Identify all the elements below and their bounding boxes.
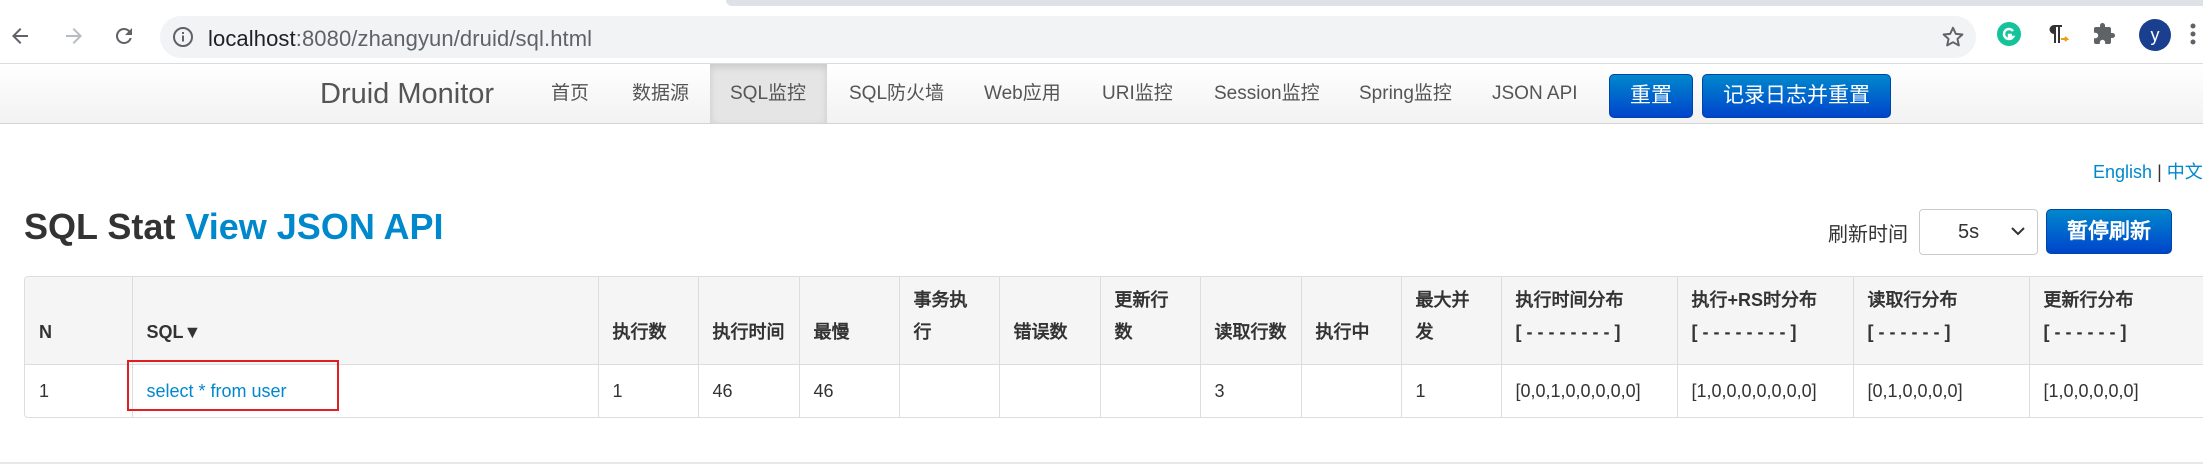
inactive-tab-area[interactable] bbox=[726, 0, 2203, 6]
lang-separator: | bbox=[2157, 162, 2162, 182]
refresh-interval-select[interactable]: 5s bbox=[1919, 209, 2038, 255]
col-header-error-count[interactable]: 错误数 bbox=[998, 277, 1100, 364]
col-header-label: 执行数 bbox=[612, 321, 667, 342]
col-header-label: 最慢 bbox=[813, 321, 850, 342]
highlight-annotation-box bbox=[127, 360, 339, 411]
language-switch: English | 中文 bbox=[2093, 158, 2203, 184]
cell-fetch-rows: 3 bbox=[1199, 363, 1301, 417]
cell-exec-histogram: [0,0,1,0,0,0,0,0] bbox=[1500, 363, 1677, 417]
brand-title[interactable]: Druid Monitor bbox=[320, 78, 494, 111]
col-header-running[interactable]: 执行中 bbox=[1300, 277, 1401, 364]
view-json-api-link[interactable]: View JSON API bbox=[185, 206, 443, 247]
cell-n: 1 bbox=[25, 363, 132, 417]
paragraph-icon[interactable] bbox=[2041, 19, 2071, 49]
back-arrow-icon[interactable] bbox=[0, 16, 40, 56]
col-header-max-concurrent[interactable]: 最大并发 bbox=[1400, 277, 1501, 364]
col-header-bucket-legend: [ - - - - - - ] bbox=[2043, 321, 2127, 342]
nav-item-web-app[interactable]: Web应用 bbox=[964, 64, 1081, 123]
cell-exec-count: 1 bbox=[597, 363, 698, 417]
col-header-exec-count[interactable]: 执行数 bbox=[597, 277, 698, 364]
cell-max-concurrent: 1 bbox=[1400, 363, 1501, 417]
nav-item-uri-monitor[interactable]: URI监控 bbox=[1082, 64, 1193, 123]
reload-icon[interactable] bbox=[104, 16, 144, 56]
col-header-fetch-rows-histogram[interactable]: 读取行分布 [ - - - - - - ] bbox=[1852, 277, 2029, 364]
refresh-interval-value: 5s bbox=[1958, 221, 1980, 243]
cell-update-rows-histogram: [1,0,0,0,0,0] bbox=[2028, 363, 2203, 417]
table-row: 1 select * from user 1 46 46 3 1 [0,0,1,… bbox=[25, 363, 2203, 417]
extensions-puzzle-icon[interactable] bbox=[2089, 19, 2119, 49]
address-bar[interactable]: localhost:8080/zhangyun/druid/sql.html bbox=[160, 16, 1976, 58]
tab-strip bbox=[0, 0, 2203, 6]
druid-navbar: Druid Monitor 首页 数据源 SQL监控 SQL防火墙 Web应用 … bbox=[0, 64, 2203, 124]
col-header-label: 更新行分布 bbox=[2043, 289, 2134, 310]
col-header-fetch-rows[interactable]: 读取行数 bbox=[1199, 277, 1301, 364]
info-icon[interactable] bbox=[172, 26, 194, 48]
col-header-update-rows[interactable]: 更新行数 bbox=[1099, 277, 1200, 364]
nav-item-home[interactable]: 首页 bbox=[531, 64, 609, 123]
col-header-exec-time[interactable]: 执行时间 bbox=[697, 277, 799, 364]
browser-toolbar: localhost:8080/zhangyun/druid/sql.html y bbox=[0, 0, 2203, 64]
cell-exec-rs-histogram: [1,0,0,0,0,0,0,0] bbox=[1676, 363, 1853, 417]
menu-dots-icon[interactable] bbox=[2185, 19, 2201, 49]
col-header-label: 错误数 bbox=[1013, 321, 1068, 342]
cell-exec-time: 46 bbox=[697, 363, 799, 417]
nav-item-session-monitor[interactable]: Session监控 bbox=[1194, 64, 1340, 123]
avatar-letter: y bbox=[2150, 24, 2160, 45]
col-header-update-rows-histogram[interactable]: 更新行分布 [ - - - - - - ] bbox=[2028, 277, 2203, 364]
nav-item-sql-firewall[interactable]: SQL防火墙 bbox=[829, 64, 964, 123]
pause-refresh-button[interactable]: 暂停刷新 bbox=[2046, 209, 2172, 254]
col-header-exec-histogram[interactable]: 执行时间分布 [ - - - - - - - - ] bbox=[1500, 277, 1677, 364]
nav-item-spring-monitor[interactable]: Spring监控 bbox=[1339, 64, 1472, 123]
col-header-sql[interactable]: SQL▼ bbox=[131, 277, 598, 364]
col-header-bucket-legend: [ - - - - - - - - ] bbox=[1691, 321, 1797, 342]
col-header-label: 读取行分布 bbox=[1867, 289, 1958, 310]
table-header-row: N SQL▼ 执行数 执行时间 最慢 事务执行 错误数 更新行数 读取行数 执行… bbox=[25, 277, 2203, 364]
reset-button[interactable]: 重置 bbox=[1609, 74, 1693, 118]
sql-stat-table: N SQL▼ 执行数 执行时间 最慢 事务执行 错误数 更新行数 读取行数 执行… bbox=[24, 276, 2203, 418]
col-header-tx-exec[interactable]: 事务执行 bbox=[898, 277, 999, 364]
profile-avatar[interactable]: y bbox=[2139, 19, 2171, 51]
nav-item-sql-monitor[interactable]: SQL监控 bbox=[710, 64, 827, 123]
nav-item-datasource[interactable]: 数据源 bbox=[612, 64, 709, 123]
col-header-label: 执行时间分布 bbox=[1515, 289, 1624, 310]
grammarly-icon[interactable] bbox=[1994, 19, 2024, 49]
col-header-label: 事务执行 bbox=[913, 289, 968, 342]
star-icon[interactable] bbox=[1940, 24, 1966, 50]
log-and-reset-button[interactable]: 记录日志并重置 bbox=[1702, 74, 1891, 118]
page-divider bbox=[0, 462, 2203, 464]
nav-item-json-api[interactable]: JSON API bbox=[1472, 64, 1598, 123]
lang-chinese-link[interactable]: 中文 bbox=[2167, 162, 2203, 182]
col-header-bucket-legend: [ - - - - - - ] bbox=[1867, 321, 1951, 342]
col-header-label: SQL▼ bbox=[146, 321, 202, 342]
refresh-interval-label: 刷新时间 bbox=[1828, 224, 1908, 246]
col-header-label: 执行+RS时分布 bbox=[1691, 289, 1818, 310]
col-header-label: 执行中 bbox=[1315, 321, 1370, 342]
col-header-slowest[interactable]: 最慢 bbox=[798, 277, 899, 364]
col-header-label: 执行时间 bbox=[712, 321, 785, 342]
chevron-down-icon bbox=[2009, 222, 2027, 240]
col-header-label: 最大并发 bbox=[1415, 289, 1470, 342]
col-header-label: 读取行数 bbox=[1214, 321, 1287, 342]
cell-tx-exec bbox=[898, 363, 999, 417]
col-header-label: 更新行数 bbox=[1114, 289, 1169, 342]
col-header-label: N bbox=[39, 321, 52, 342]
col-header-bucket-legend: [ - - - - - - - - ] bbox=[1515, 321, 1621, 342]
url-text[interactable]: localhost:8080/zhangyun/druid/sql.html bbox=[208, 26, 592, 52]
cell-running bbox=[1300, 363, 1401, 417]
col-header-exec-rs-histogram[interactable]: 执行+RS时分布 [ - - - - - - - - ] bbox=[1676, 277, 1853, 364]
lang-english-link[interactable]: English bbox=[2093, 162, 2152, 182]
url-path: :8080/zhangyun/druid/sql.html bbox=[295, 26, 593, 51]
col-header-n[interactable]: N bbox=[25, 277, 132, 364]
cell-fetch-rows-histogram: [0,1,0,0,0,0] bbox=[1852, 363, 2029, 417]
cell-error-count bbox=[998, 363, 1100, 417]
cell-slowest: 46 bbox=[798, 363, 899, 417]
page-title-main: SQL Stat bbox=[24, 206, 176, 247]
url-host: localhost bbox=[208, 26, 296, 51]
page-title: SQL Stat View JSON API bbox=[24, 206, 444, 248]
cell-update-rows bbox=[1099, 363, 1200, 417]
forward-arrow-icon[interactable] bbox=[54, 16, 94, 56]
